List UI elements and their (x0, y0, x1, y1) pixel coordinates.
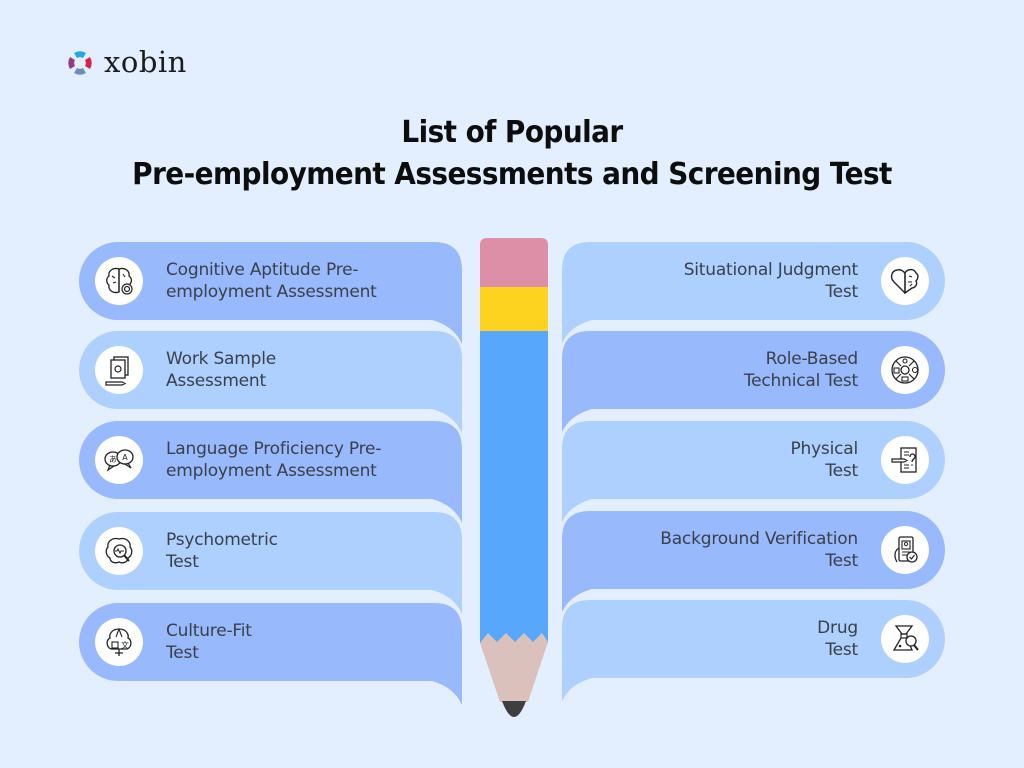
svg-text:あ: あ (109, 455, 117, 464)
card-label-line-1: Psychometric (166, 530, 278, 550)
left-card-label: Cognitive Aptitude Pre-employment Assess… (166, 259, 377, 303)
card-label-line-2: Technical Test (743, 371, 858, 391)
card-label-line-1: Work Sample (166, 349, 276, 369)
card-icon-badge (881, 257, 929, 305)
card-label-line-1: Language Proficiency Pre- (166, 439, 382, 459)
card-icon-badge: 文 (95, 618, 143, 666)
pencil (480, 238, 548, 717)
left-card-label: Psychometric Test (166, 529, 278, 573)
card-label-line-2: Test (825, 461, 858, 481)
id-card-check-icon (894, 536, 918, 563)
card-icon-badge: あA (95, 436, 143, 484)
card-label-line-1: Cognitive Aptitude Pre- (166, 260, 359, 280)
card-label-line-2: Assessment (166, 371, 266, 391)
left-card-label: Language Proficiency Pre-employment Asse… (166, 438, 381, 482)
card-label-line-2: employment Assessment (166, 282, 377, 302)
card-icon-badge (881, 526, 929, 574)
card-label-line-1: Physical (790, 439, 858, 459)
brain-magnifier-icon (105, 537, 133, 564)
card-label-line-1: Role-Based (765, 349, 859, 369)
infographic-shapes (79, 238, 945, 717)
right-card-label: Role-Based Technical Test (744, 348, 858, 392)
documents-pencil-icon (105, 356, 129, 386)
card-label-line-2: Test (166, 552, 199, 572)
left-card-label: Culture-Fit Test (166, 620, 252, 664)
card-icon-badge (95, 346, 143, 394)
pencil-wood (480, 633, 548, 702)
card-icon-badge (881, 436, 929, 484)
left-card-label: Work Sample Assessment (166, 348, 276, 392)
right-card-label: Drug Test (817, 617, 858, 661)
card-icon-badge (881, 346, 929, 394)
pencil-band (480, 287, 548, 331)
skills-wheel-icon (891, 356, 919, 384)
card-label-line-2: Test (166, 643, 199, 663)
brain-target-icon (106, 267, 133, 295)
pencil-eraser (480, 238, 548, 287)
card-label-line-1: Culture-Fit (166, 621, 252, 641)
questionnaire-pencil-icon (891, 447, 917, 473)
card-label-line-2: Test (825, 551, 858, 571)
card-label-line-2: employment Assessment (166, 461, 377, 481)
right-card-label: Background Verification Test (660, 528, 858, 572)
card-icon-badge (95, 527, 143, 575)
svg-text:文: 文 (121, 640, 129, 650)
card-icon-badge (881, 615, 929, 663)
translation-bubbles-icon: あA (104, 449, 134, 472)
culture-tree-icon: 文 (106, 628, 132, 656)
card-label-line-2: Test (825, 640, 858, 660)
svg-text:A: A (122, 453, 128, 462)
lab-flask-magnifier-icon (892, 625, 919, 651)
pencil-body (480, 331, 548, 643)
heart-brain-icon (890, 268, 919, 295)
card-icon-badge (95, 257, 143, 305)
right-card-label: Situational Judgment Test (683, 259, 859, 303)
card-label-line-1: Drug (817, 618, 858, 638)
pencil-lead (502, 701, 526, 717)
card-label-line-1: Background Verification (660, 529, 858, 549)
right-card-label: Physical Test (790, 438, 858, 482)
card-label-line-2: Test (825, 282, 858, 302)
card-label-line-1: Situational Judgment (683, 260, 859, 280)
